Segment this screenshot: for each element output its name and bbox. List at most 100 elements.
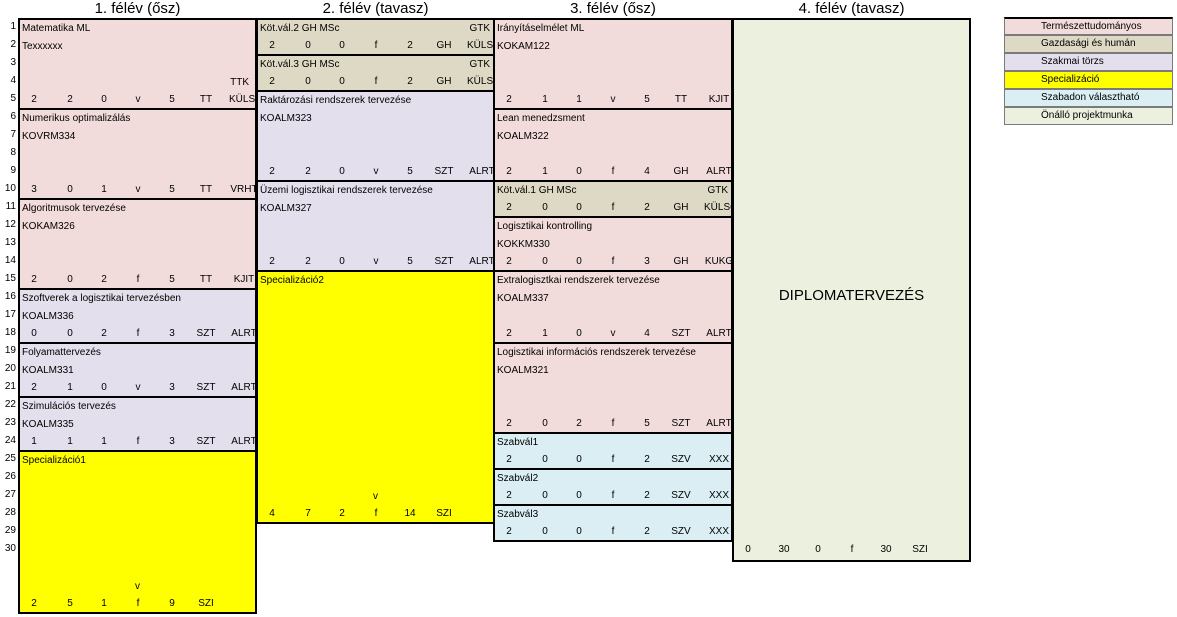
credit-value: 0 [576, 202, 582, 213]
credit-value: 1 [67, 436, 73, 447]
credit-value: 2 [31, 274, 37, 285]
row-number: 17 [4, 309, 16, 320]
credit-value: 1 [576, 94, 582, 105]
credit-value: 2 [506, 166, 512, 177]
credit-value: 0 [542, 454, 548, 465]
legend-item: Szabadon választható [1004, 89, 1173, 107]
credit-value: 0 [542, 202, 548, 213]
course-block: Specializáció1 v 2 5 1 f 9 SZI [18, 450, 257, 614]
course-code: KOALM337 [497, 293, 549, 304]
legend-item: Specializáció [1004, 71, 1173, 89]
credit-value: ALRT [469, 256, 495, 267]
credit-value: KÜLSŐ [467, 40, 494, 51]
credit-value: KÜLSŐ [704, 202, 731, 213]
credit-value: SZI [912, 544, 928, 555]
credit-row: 2 2 0 v 5 TT KÜLSŐ [20, 91, 255, 108]
credit-row: 2 0 0 f 2 GH KÜLSŐ [258, 73, 494, 90]
faculty-tag: GTK [469, 23, 490, 34]
course-name: Szabvál3 [497, 509, 539, 520]
course-name: Specializáció2 [260, 275, 324, 286]
credit-value: 0 [101, 94, 107, 105]
credit-value: 2 [644, 202, 650, 213]
course-name: Köt.vál.3 GH MSc [260, 59, 340, 70]
credit-value: f [611, 202, 615, 213]
credit-value: 5 [644, 94, 650, 105]
row-number: 29 [4, 525, 16, 536]
course-block: Raktározási rendszerek tervezése KOALM323… [256, 90, 495, 182]
credit-value: 7 [305, 508, 311, 519]
credit-value: 0 [576, 526, 582, 537]
credit-value: 3 [169, 436, 175, 447]
credit-value: ALRT [706, 418, 732, 429]
credit-value: f [611, 166, 615, 177]
course-block: Lean menedzsment KOALM322 2 1 0 f 4 GH ALRT [493, 108, 733, 182]
legend-item: Gazdasági és humán [1004, 35, 1173, 53]
credit-value: TT [674, 94, 688, 105]
credit-row: 1 1 1 f 3 SZT ALRT [20, 433, 255, 450]
credit-value: 0 [305, 40, 311, 51]
row-number: 23 [4, 417, 16, 428]
course-block: DIPLOMATERVEZÉS 0 30 0 f 30 SZI [732, 18, 971, 562]
course-block: Folyamattervezés KOALM331 2 1 0 v 3 SZT ALRT [18, 342, 257, 398]
course-code: KOKAM122 [497, 41, 550, 52]
credit-value: 1 [542, 94, 548, 105]
credit-value: 0 [339, 166, 345, 177]
course-name: Extralogisztkai rendszerek tervezése [497, 275, 660, 286]
credit-value: TT [199, 184, 213, 195]
credit-value: 0 [542, 526, 548, 537]
credit-value: SZI [198, 598, 214, 609]
course-block: Szimulációs tervezés KOALM335 1 1 1 f 3 SZT ALRT [18, 396, 257, 452]
credit-value: 0 [576, 490, 582, 501]
credit-value: 1 [31, 436, 37, 447]
credit-value: 0 [542, 256, 548, 267]
credit-value: ALRT [706, 328, 732, 339]
row-number: 14 [4, 255, 16, 266]
course-block: Köt.vál.2 GH MSc GTK 2 0 0 f 2 GH KÜLSŐ [256, 18, 495, 56]
credit-value: 5 [407, 166, 413, 177]
credit-value: 0 [576, 256, 582, 267]
course-block: Üzemi logisztikai rendszerek tervezése KO… [256, 180, 495, 272]
credit-value: GH [436, 40, 452, 51]
credit-value: SZT [196, 382, 216, 393]
credit-value: ALRT [706, 166, 732, 177]
credit-value: SZT [671, 418, 691, 429]
credit-value: SZT [671, 328, 691, 339]
row-number: 24 [4, 435, 16, 446]
credit-value: 0 [339, 256, 345, 267]
credit-value: KÜLSŐ [467, 76, 494, 87]
credit-value: SZV [671, 526, 691, 537]
semester-header: 2. félév (tavasz) [322, 0, 429, 17]
credit-value: 0 [542, 490, 548, 501]
credit-value: 2 [305, 256, 311, 267]
credit-value: 0 [339, 76, 345, 87]
course-name: Algoritmusok tervezése [22, 203, 126, 214]
credit-value: 2 [305, 166, 311, 177]
credit-value: 30 [778, 544, 790, 555]
credit-value: f [611, 490, 615, 501]
credit-value: 2 [101, 328, 107, 339]
credit-value: SZT [196, 328, 216, 339]
legend-item: Szakmai törzs [1004, 53, 1173, 71]
credit-value: 2 [506, 328, 512, 339]
credit-value: v [610, 328, 616, 339]
credit-value: 2 [576, 418, 582, 429]
credit-value: 0 [576, 454, 582, 465]
credit-value: SZI [436, 508, 452, 519]
credit-value: f [611, 418, 615, 429]
course-name: Köt.vál.2 GH MSc [260, 23, 340, 34]
credit-value: 0 [67, 184, 73, 195]
credit-value: SZT [434, 166, 454, 177]
credit-value: 0 [101, 382, 107, 393]
row-number: 9 [10, 165, 16, 176]
course-block: Algoritmusok tervezése KOKAM326 2 0 2 f 5 TT KJI… [18, 198, 257, 290]
semester-header: 3. félév (ősz) [570, 0, 656, 17]
course-name: Logisztikai kontrolling [497, 221, 593, 232]
credit-value: SZT [196, 436, 216, 447]
credit-value: 2 [269, 166, 275, 177]
credit-value: 0 [67, 274, 73, 285]
course-name: Szoftverek a logisztikai tervezésben [22, 293, 181, 304]
credit-value: 0 [576, 166, 582, 177]
course-code: KOALM336 [22, 311, 74, 322]
row-number: 21 [4, 381, 16, 392]
credit-value: v [135, 184, 141, 195]
